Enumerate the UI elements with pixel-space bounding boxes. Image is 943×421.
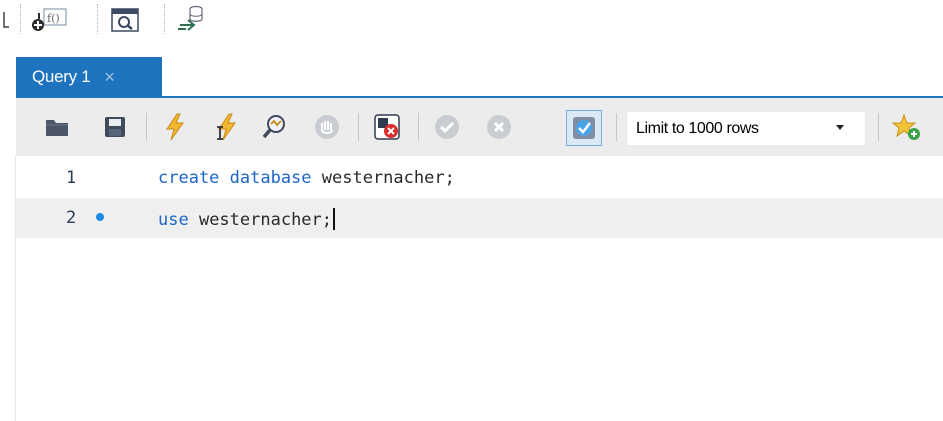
tab-query-1[interactable]: Query 1 × bbox=[16, 57, 162, 97]
sql-editor-toolbar: Limit to 1000 rows bbox=[16, 98, 943, 156]
stop-icon[interactable] bbox=[312, 112, 342, 142]
toolbar-separator bbox=[616, 113, 617, 141]
sql-keyword: create database bbox=[158, 168, 312, 188]
limit-rows-value: Limit to 1000 rows bbox=[636, 119, 759, 137]
chevron-down-icon bbox=[836, 125, 844, 130]
statement-marker-icon bbox=[96, 213, 104, 221]
tab-close-icon[interactable]: × bbox=[104, 68, 115, 86]
sql-keyword: use bbox=[158, 210, 189, 230]
toggle-stop-on-error-icon[interactable] bbox=[372, 112, 402, 142]
sql-identifier: westernacher; bbox=[188, 210, 333, 230]
code-text: use westernacher; bbox=[158, 208, 336, 230]
toolbar-separator bbox=[97, 4, 98, 34]
add-snippet-icon[interactable] bbox=[892, 112, 922, 142]
explain-icon[interactable] bbox=[260, 112, 290, 142]
commit-icon[interactable] bbox=[432, 112, 462, 142]
execute-icon[interactable] bbox=[160, 112, 190, 142]
cut-icon[interactable] bbox=[0, 0, 14, 38]
app-toolbar: f() bbox=[0, 0, 943, 45]
autocommit-icon[interactable] bbox=[566, 110, 602, 146]
sync-schema-icon[interactable] bbox=[170, 0, 212, 38]
toolbar-separator bbox=[358, 113, 359, 141]
toolbar-separator bbox=[20, 4, 21, 34]
line-number: 1 bbox=[66, 168, 77, 188]
sql-editor[interactable]: 1 create database westernacher; 2 use we… bbox=[16, 156, 943, 421]
rollback-icon[interactable] bbox=[484, 112, 514, 142]
toolbar-separator bbox=[878, 113, 879, 141]
tab-label: Query 1 bbox=[32, 67, 91, 86]
code-text: create database westernacher; bbox=[158, 168, 455, 188]
svg-text:f(): f() bbox=[47, 12, 60, 25]
open-file-icon[interactable] bbox=[42, 112, 72, 142]
save-icon[interactable] bbox=[100, 112, 130, 142]
sql-identifier: westernacher; bbox=[311, 168, 455, 188]
toolbar-separator bbox=[146, 113, 147, 141]
function-insert-icon[interactable]: f() bbox=[28, 0, 70, 38]
execute-current-icon[interactable] bbox=[212, 112, 242, 142]
limit-rows-select[interactable]: Limit to 1000 rows bbox=[627, 112, 865, 145]
toolbar-separator bbox=[418, 113, 419, 141]
toolbar-separator bbox=[164, 4, 165, 34]
code-line[interactable]: 1 create database westernacher; bbox=[16, 158, 943, 198]
text-cursor bbox=[333, 208, 336, 230]
inspect-table-icon[interactable] bbox=[104, 0, 146, 38]
line-number: 2 bbox=[66, 208, 77, 228]
code-line-current[interactable]: 2 use westernacher; bbox=[16, 198, 943, 238]
